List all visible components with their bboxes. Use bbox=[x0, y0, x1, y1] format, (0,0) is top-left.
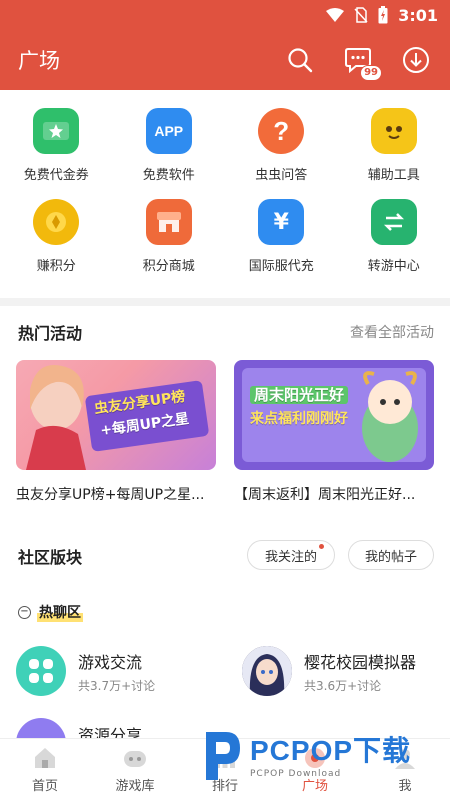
menu-label: 积分商城 bbox=[142, 259, 195, 274]
menu-intl-topup[interactable]: ¥ 国际服代充 bbox=[225, 199, 338, 274]
page-title: 广场 bbox=[18, 49, 60, 73]
download-button[interactable] bbox=[400, 44, 432, 76]
game-exchange-icon bbox=[16, 646, 66, 696]
my-posts-tab[interactable]: 我的帖子 bbox=[348, 540, 434, 570]
followed-boards-tab[interactable]: 我关注的 bbox=[247, 540, 335, 570]
event-banner-1[interactable]: 虫友分享UP榜 +每周UP之星 bbox=[16, 360, 216, 470]
menu-label: 免费软件 bbox=[142, 168, 195, 183]
new-dot bbox=[319, 544, 324, 549]
hot-events-title: 热门活动 bbox=[18, 324, 83, 343]
menu-label: 免费代金券 bbox=[23, 168, 89, 183]
menu-label: 赚积分 bbox=[36, 259, 76, 274]
nav-home[interactable]: 首页 bbox=[0, 739, 90, 800]
view-all-events-link[interactable]: 查看全部活动 bbox=[350, 322, 434, 342]
pcpop-watermark: PCPOP下载 PCPOP Download bbox=[198, 718, 438, 790]
section-divider bbox=[0, 298, 450, 306]
collapse-icon[interactable]: − bbox=[18, 605, 31, 619]
forum-meta: 共3.6万+讨论 bbox=[304, 678, 382, 693]
home-icon bbox=[35, 748, 55, 768]
yen-icon-text: ¥ bbox=[273, 209, 289, 235]
event-banner-2-line1: 周末阳光正好 bbox=[250, 386, 349, 404]
resource-share-icon bbox=[16, 718, 66, 738]
status-bar: 3:01 bbox=[0, 0, 450, 30]
menu-free-coupon[interactable]: 免费代金券 bbox=[0, 108, 113, 183]
question-icon: ? bbox=[258, 108, 305, 154]
dinosaur-mascot-illustration bbox=[362, 371, 418, 462]
game-library-icon bbox=[124, 751, 146, 767]
quick-menu-grid: 免费代金券 APP 免费软件 ? 虫虫问答 辅助工具 赚积分 积分商城 ¥ 国际… bbox=[0, 108, 450, 274]
message-button[interactable]: 99 bbox=[342, 44, 382, 81]
app-header: 广场 99 bbox=[0, 30, 450, 90]
menu-transfer-center[interactable]: 转游中心 bbox=[338, 199, 450, 274]
no-sim-icon bbox=[354, 7, 368, 23]
community-title: 社区版块 bbox=[18, 548, 83, 567]
message-count-badge: 99 bbox=[360, 65, 382, 81]
sakura-school-avatar bbox=[242, 646, 292, 696]
watermark-sub: PCPOP Download bbox=[250, 769, 342, 779]
event-caption-1[interactable]: 虫友分享UP榜+每周UP之星... bbox=[16, 484, 216, 504]
forum-name: 资源分享 bbox=[78, 726, 143, 738]
app-icon-text: APP bbox=[154, 123, 184, 139]
app-icon: APP bbox=[145, 108, 192, 154]
download-icon bbox=[403, 47, 429, 73]
menu-tools[interactable]: 辅助工具 bbox=[338, 108, 450, 183]
nav-label: 游戏库 bbox=[115, 779, 155, 794]
question-icon-text: ? bbox=[273, 115, 290, 146]
shop-icon bbox=[145, 199, 192, 245]
gold-coin-icon bbox=[33, 199, 80, 245]
wifi-icon bbox=[326, 8, 345, 22]
menu-label: 国际服代充 bbox=[248, 259, 314, 274]
event-banner-2[interactable]: 周末阳光正好 来点福利刚刚好 bbox=[234, 360, 434, 470]
forum-sakura-school[interactable]: 樱花校园模拟器 共3.6万+讨论 bbox=[242, 646, 416, 696]
menu-free-software[interactable]: APP 免费软件 bbox=[113, 108, 226, 183]
hot-chat-text: 热聊区 bbox=[37, 602, 83, 622]
nav-label: 首页 bbox=[31, 779, 58, 794]
menu-label: 辅助工具 bbox=[367, 168, 420, 183]
menu-earn-points[interactable]: 赚积分 bbox=[0, 199, 113, 274]
robot-icon bbox=[370, 108, 417, 154]
pill-label: 我的帖子 bbox=[364, 549, 417, 565]
search-icon bbox=[288, 48, 313, 73]
watermark-brand: PCPOP下载 bbox=[250, 735, 412, 766]
pcpop-logo-icon bbox=[206, 732, 240, 780]
menu-label: 虫虫问答 bbox=[255, 168, 308, 183]
search-button[interactable] bbox=[284, 44, 316, 76]
nav-game-library[interactable]: 游戏库 bbox=[90, 739, 180, 800]
menu-qa[interactable]: ? 虫虫问答 bbox=[225, 108, 338, 183]
forum-game-exchange[interactable]: 游戏交流 共3.7万+讨论 bbox=[16, 646, 155, 696]
yen-card-icon: ¥ bbox=[258, 199, 305, 245]
menu-points-mall[interactable]: 积分商城 bbox=[113, 199, 226, 274]
transfer-icon bbox=[370, 199, 417, 245]
event-caption-2[interactable]: 【周末返利】周末阳光正好... bbox=[234, 484, 434, 504]
forum-name: 樱花校园模拟器 bbox=[304, 652, 417, 672]
status-time: 3:01 bbox=[398, 5, 438, 25]
forum-meta: 共3.7万+讨论 bbox=[78, 678, 156, 693]
coupon-icon bbox=[33, 108, 80, 154]
forum-name: 游戏交流 bbox=[78, 652, 143, 672]
menu-label: 转游中心 bbox=[367, 259, 420, 274]
forum-resource-share[interactable]: 资源分享 bbox=[16, 718, 142, 738]
hot-chat-label: − 热聊区 bbox=[18, 602, 83, 622]
pill-label: 我关注的 bbox=[264, 549, 317, 565]
event-banner-2-line2: 来点福利刚刚好 bbox=[250, 411, 348, 427]
battery-charging-icon bbox=[378, 6, 388, 24]
